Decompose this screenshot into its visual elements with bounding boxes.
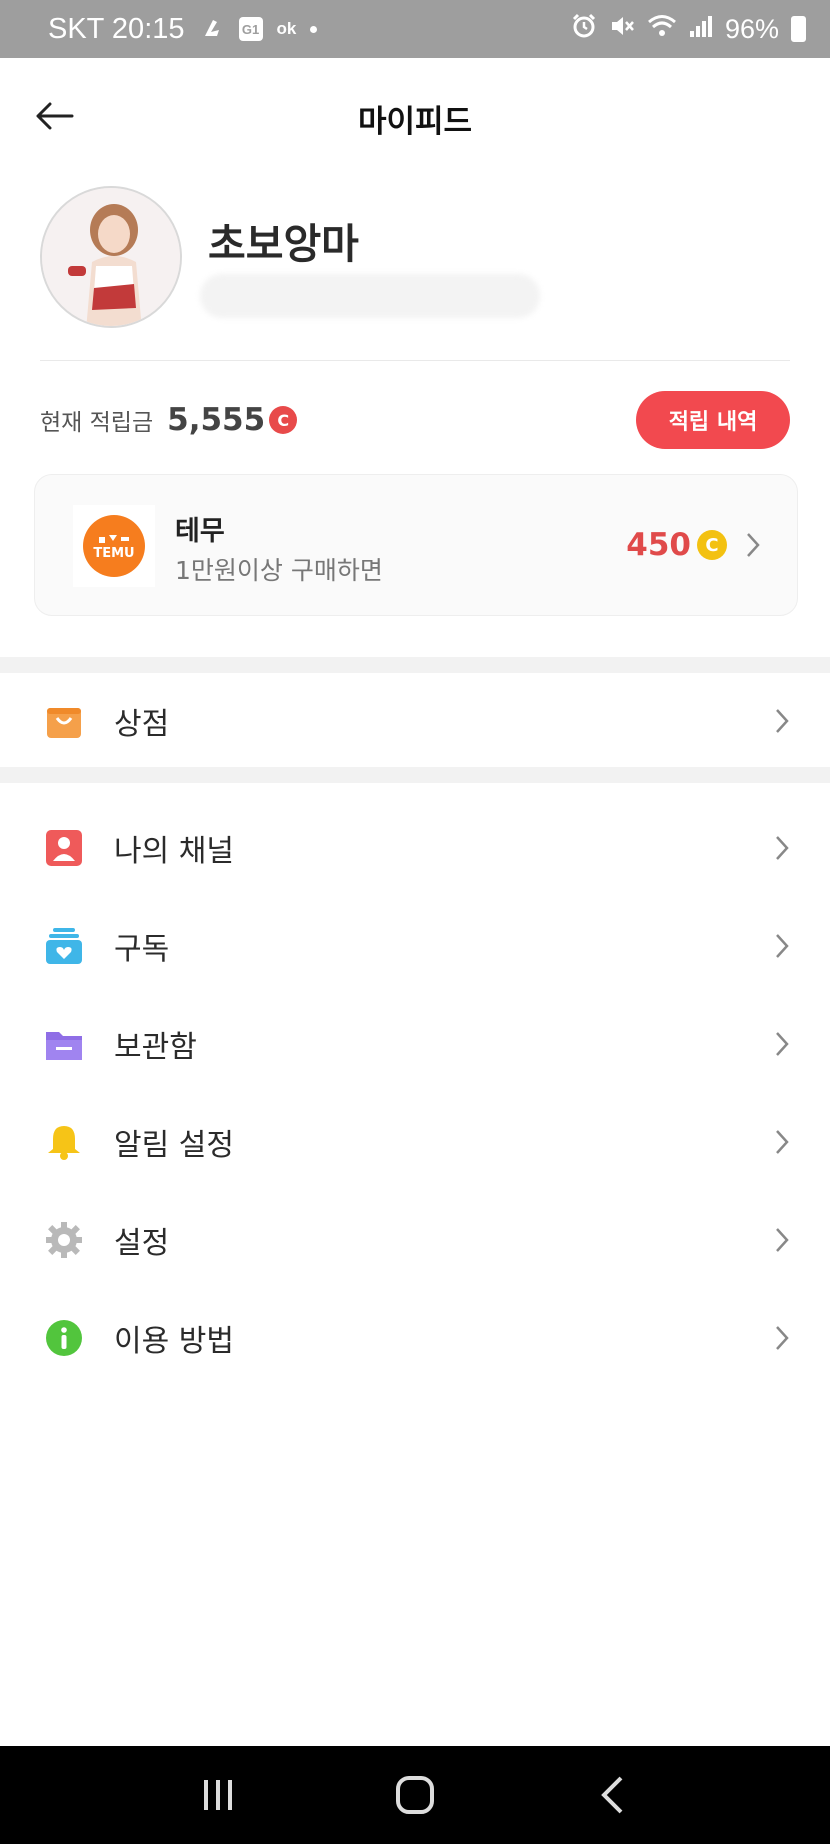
subscribe-heart-icon	[44, 926, 84, 966]
menu-item-label: 알림 설정	[114, 1128, 234, 1163]
offer-card[interactable]: TEMU 테무 1만원이상 구매하면 450 C	[34, 474, 798, 616]
blurred-account-info	[200, 274, 540, 318]
menu-item-label: 구독	[114, 932, 170, 967]
wifi-icon	[647, 13, 677, 46]
chevron-right-icon	[774, 1226, 790, 1254]
gear-icon	[44, 1220, 84, 1260]
menu-item-subscriptions[interactable]: 구독	[0, 898, 830, 994]
menu-item-notification-settings[interactable]: 알림 설정	[0, 1094, 830, 1190]
profile-section: 초보앙마	[40, 186, 790, 362]
home-button[interactable]	[385, 1765, 445, 1825]
chevron-right-icon	[774, 834, 790, 862]
system-back-button[interactable]	[582, 1765, 642, 1825]
menu-item-label: 나의 채널	[114, 834, 234, 869]
temu-logo: TEMU	[73, 505, 155, 587]
points-value: 5,555	[167, 402, 266, 438]
avatar-image	[42, 188, 180, 326]
info-icon	[44, 1318, 84, 1358]
chevron-right-icon	[774, 1030, 790, 1058]
signal-icon	[689, 13, 713, 46]
chevron-right-icon	[745, 531, 761, 563]
section-gap	[0, 767, 830, 783]
my-feed-screen: SKT 20:15 G1 ok 96% 마이피드 초보앙마 현재 적립금 5,5…	[0, 0, 830, 1844]
menu-item-storage[interactable]: 보관함	[0, 996, 830, 1092]
status-right: 96%	[571, 13, 806, 46]
points-history-button[interactable]: 적립 내역	[636, 391, 790, 449]
carrier-time: SKT 20:15	[48, 12, 185, 45]
mute-icon	[609, 13, 635, 46]
notification-app-icon	[199, 16, 225, 42]
menu-item-label: 보관함	[114, 1030, 197, 1065]
more-notifications-dot-icon	[310, 25, 318, 33]
gold-coin-icon: C	[697, 530, 727, 560]
battery-icon	[791, 16, 806, 42]
menu-item-how-to-use[interactable]: 이용 방법	[0, 1290, 830, 1386]
header: 마이피드	[0, 58, 830, 172]
offer-reward: 450 C	[626, 527, 727, 563]
avatar[interactable]	[40, 186, 182, 328]
chevron-right-icon	[774, 707, 790, 735]
status-bar: SKT 20:15 G1 ok 96%	[0, 0, 830, 58]
menu-item-label: 상점	[114, 707, 170, 742]
points-label: 현재 적립금	[40, 410, 154, 436]
battery-level: 96%	[724, 13, 779, 44]
chevron-right-icon	[774, 1324, 790, 1352]
coin-icon: C	[269, 406, 298, 434]
g1-icon: G1	[238, 17, 263, 41]
chevron-right-icon	[774, 1128, 790, 1156]
profile-divider	[40, 360, 790, 361]
offer-description: 1만원이상 구매하면	[175, 556, 383, 585]
ok-icon: ok	[276, 19, 297, 38]
menu-item-shop[interactable]: 상점	[0, 673, 830, 769]
system-navigation-bar	[0, 1746, 830, 1844]
chevron-left-icon	[600, 1776, 623, 1814]
menu-item-label: 설정	[114, 1226, 170, 1261]
alarm-icon	[571, 13, 597, 46]
menu-item-label: 이용 방법	[114, 1324, 234, 1359]
nickname: 초보앙마	[208, 220, 359, 268]
page-title: 마이피드	[357, 104, 473, 140]
offer-title: 테무	[175, 516, 225, 547]
bell-icon	[44, 1122, 84, 1162]
status-left: SKT 20:15 G1 ok	[48, 12, 318, 46]
section-gap	[0, 657, 830, 673]
person-icon	[44, 828, 84, 868]
shopping-bag-icon	[44, 701, 84, 741]
recent-apps-button[interactable]	[188, 1765, 248, 1825]
points-row: 현재 적립금 5,555 C 적립 내역	[40, 390, 790, 450]
chevron-right-icon	[774, 932, 790, 960]
svg-text:TEMU: TEMU	[93, 546, 134, 561]
recent-apps-icon	[204, 1780, 233, 1810]
home-icon	[395, 1776, 434, 1814]
menu-item-my-channel[interactable]: 나의 채널	[0, 800, 830, 896]
menu-item-settings[interactable]: 설정	[0, 1192, 830, 1288]
folder-icon	[44, 1024, 84, 1064]
offer-reward-amount: 450	[626, 527, 691, 563]
